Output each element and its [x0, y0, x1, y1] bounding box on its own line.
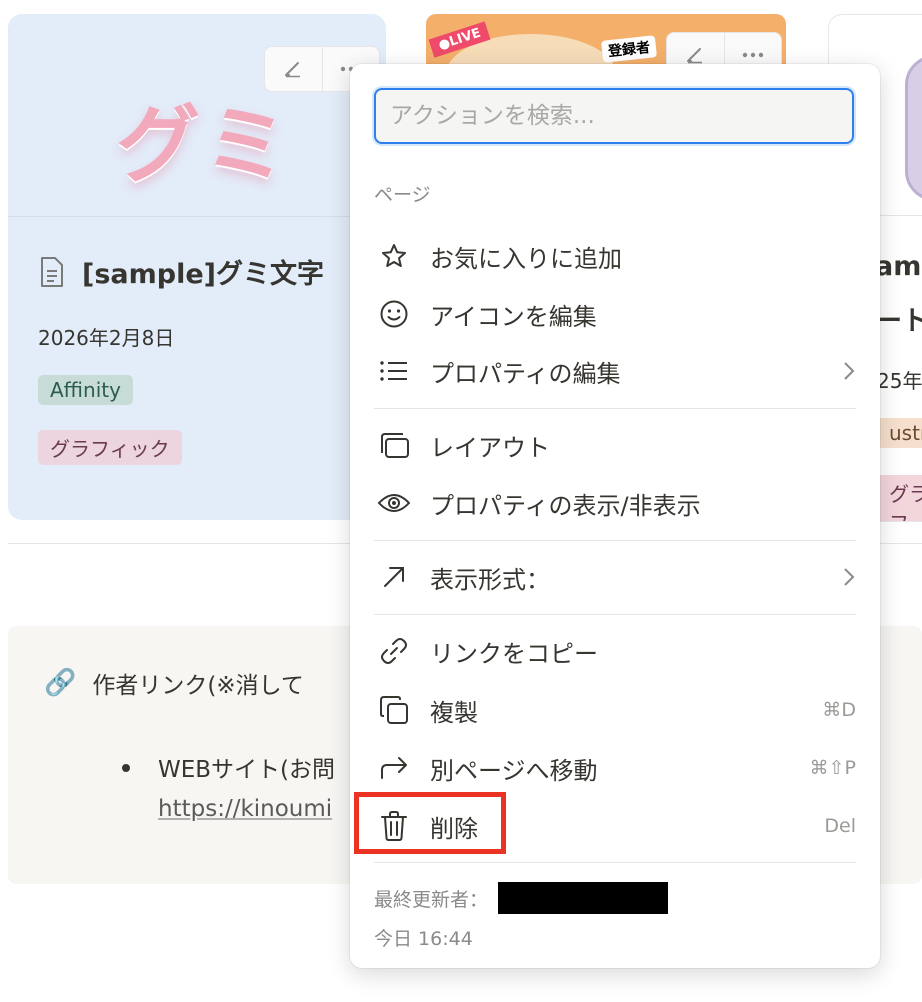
card-title: [sample]グミ文字 [38, 252, 324, 291]
menu-item-move-to[interactable]: 別ページへ移動 ⌘⇧P [374, 743, 856, 793]
ellipsis-icon [742, 52, 763, 58]
arrow-up-right-icon [374, 557, 414, 597]
menu-item-copy-link[interactable]: リンクをコピー [374, 626, 856, 676]
menu-separator [374, 614, 856, 615]
chevron-right-icon [842, 566, 856, 588]
tag-affinity: Affinity [38, 375, 133, 405]
menu-item-label: レイアウト [430, 433, 550, 462]
pencil-icon [687, 48, 703, 64]
eye-icon [374, 483, 414, 523]
edit-button[interactable] [265, 47, 322, 91]
menu-item-label: お気に入りに追加 [430, 244, 622, 273]
author-website-link[interactable]: https://kinoumi [158, 796, 332, 822]
menu-item-label: リンクをコピー [430, 639, 598, 668]
menu-item-add-favorite[interactable]: お気に入りに追加 [374, 231, 856, 281]
cover-illustration [905, 55, 922, 201]
gallery-card-gumi[interactable]: グミ [sample]グミ文字 2026年2月8日 Affinity グラフィッ… [8, 14, 386, 520]
menu-item-toggle-properties[interactable]: プロパティの表示/非表示 [374, 478, 856, 528]
action-search-box [374, 88, 854, 144]
list-icon [374, 351, 414, 391]
card-title-line1: am [875, 251, 922, 282]
document-icon [41, 256, 63, 287]
tag-graphic: グラフ [877, 475, 922, 521]
tag-graphic: グラフィック [38, 430, 182, 465]
action-search-input[interactable] [376, 90, 844, 142]
shortcut-label: ⌘⇧P [809, 757, 856, 779]
menu-item-edit-icon[interactable]: アイコンを編集 [374, 289, 856, 339]
card-cover: グミ [8, 14, 386, 217]
star-icon [374, 236, 414, 276]
callout-list-item: WEBサイト(お問 [158, 757, 336, 783]
menu-item-label: プロパティの表示/非表示 [430, 491, 701, 520]
card-title-line2: ート [875, 306, 922, 337]
callout-title: 🔗 作者リンク(※消して [44, 666, 304, 700]
menu-separator [374, 408, 856, 409]
last-edited-time: 今日 16:44 [374, 928, 473, 950]
subscriber-badge: 登録者 [600, 35, 658, 63]
menu-item-edit-properties[interactable]: プロパティの編集 [374, 346, 856, 396]
tag-illustration: ustr [877, 418, 922, 448]
shortcut-label: Del [824, 815, 856, 837]
link-icon [374, 631, 414, 671]
section-label-page: ページ [374, 184, 431, 206]
card-title-text: [sample]グミ文字 [82, 259, 324, 290]
pencil-icon [285, 62, 301, 78]
smiley-icon [374, 294, 414, 334]
shortcut-label: ⌘D [822, 699, 856, 721]
menu-item-label: アイコンを編集 [430, 302, 597, 331]
move-arrow-icon [374, 748, 414, 788]
last-edited-by: 最終更新者： [374, 882, 669, 914]
layout-icon [374, 425, 414, 465]
link-emoji-icon: 🔗 [44, 668, 77, 698]
menu-item-label: プロパティの編集 [430, 359, 621, 388]
menu-separator [374, 540, 856, 541]
chevron-right-icon [842, 360, 856, 382]
bullet [122, 764, 130, 772]
cover-text: グミ [116, 96, 293, 194]
card-date: 2026年2月8日 [38, 326, 175, 350]
menu-item-label: 別ページへ移動 [430, 756, 598, 785]
last-edited-label: 最終更新者： [374, 888, 489, 911]
menu-item-label: 複製 [430, 698, 478, 727]
menu-item-duplicate[interactable]: 複製 ⌘D [374, 685, 856, 735]
card-date: 25年 [877, 369, 922, 393]
menu-separator [374, 862, 856, 863]
menu-item-display-format[interactable]: 表示形式： [374, 552, 856, 602]
delete-highlight-box [354, 792, 506, 854]
duplicate-icon [374, 690, 414, 730]
menu-item-label: 表示形式： [430, 565, 550, 594]
callout-title-text: 作者リンク(※消して [92, 673, 304, 699]
redacted-username [498, 882, 669, 914]
menu-item-layout[interactable]: レイアウト [374, 420, 856, 470]
